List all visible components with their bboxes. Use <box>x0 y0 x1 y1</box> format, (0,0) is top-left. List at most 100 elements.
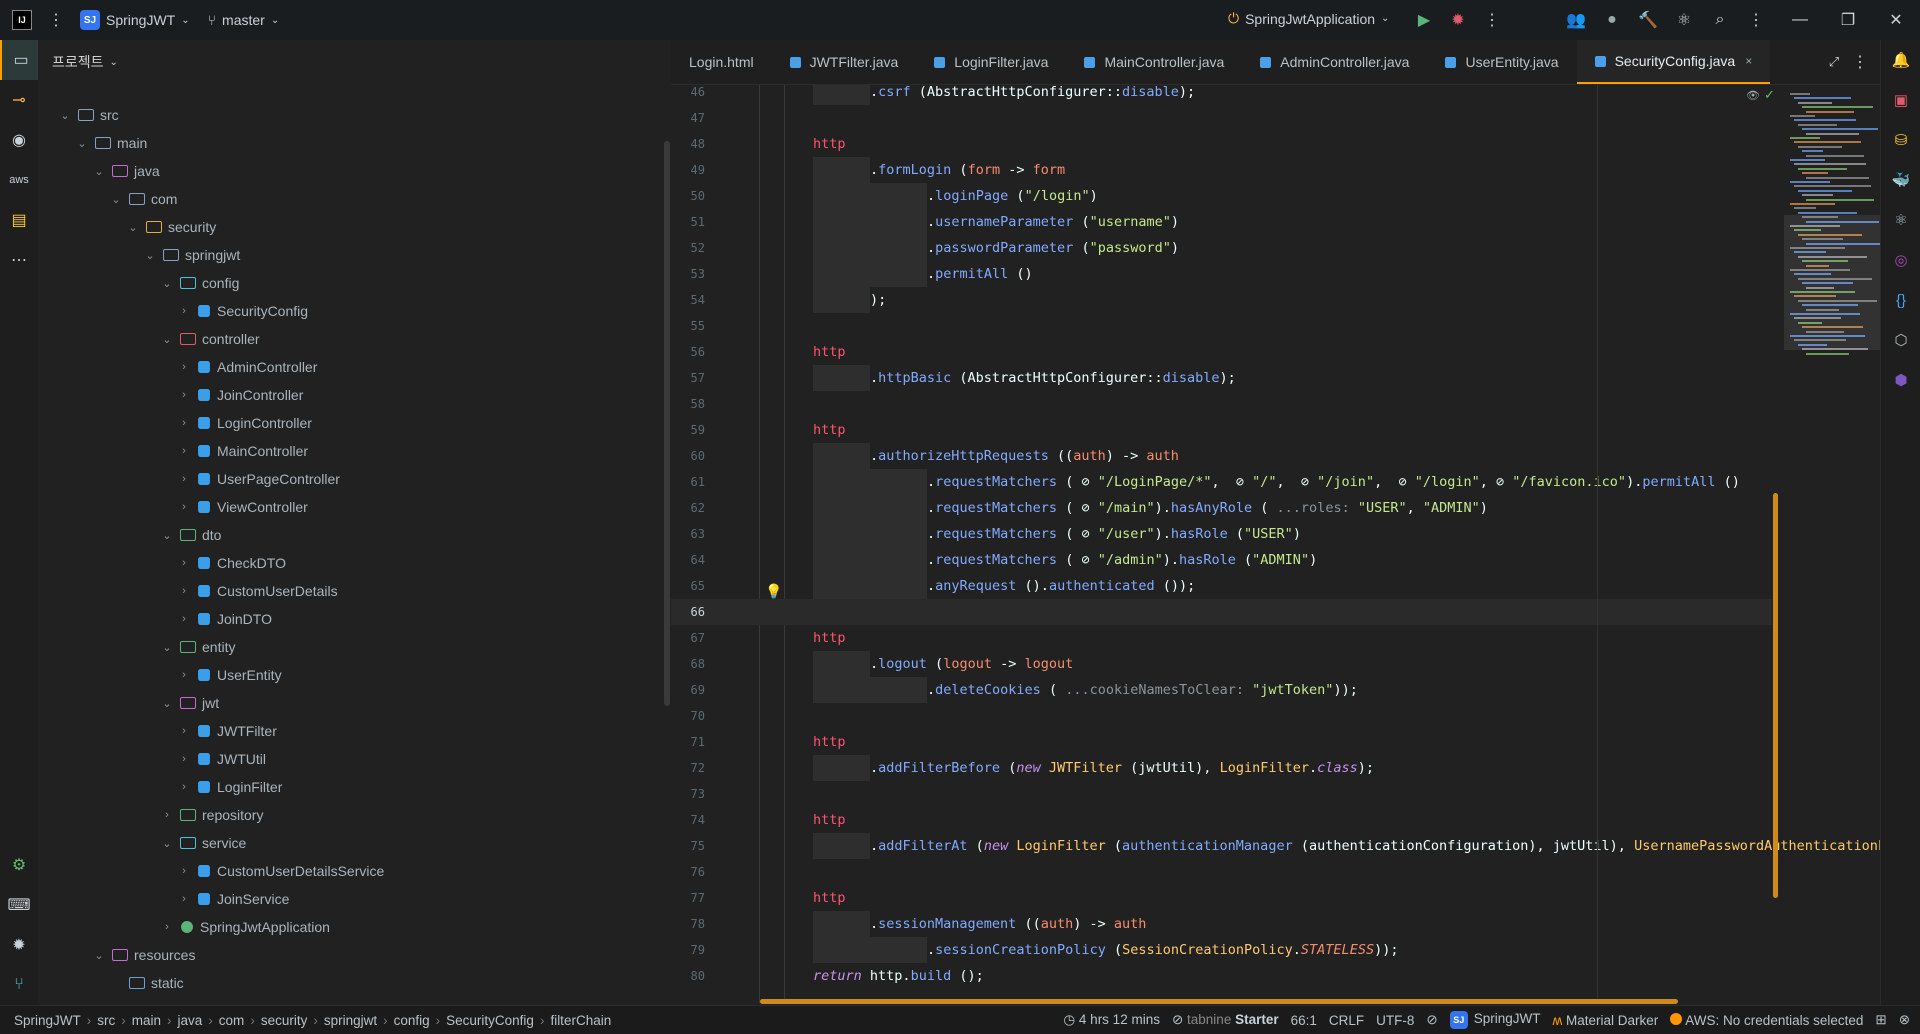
breadcrumb-item[interactable]: springjwt <box>324 1013 377 1028</box>
editor-horizontal-scrollbar[interactable] <box>760 999 1678 1004</box>
commit-tool-icon[interactable]: ⊸ <box>0 80 38 120</box>
ai-icon[interactable]: ⚛ <box>1881 200 1920 240</box>
run-config-selector[interactable]: ⏻ SpringJwtApplication ⌄ <box>1228 10 1389 27</box>
tree-item[interactable]: › ViewController <box>177 493 308 521</box>
editor-tab[interactable]: MainController.java <box>1066 40 1242 84</box>
chevron-right-icon[interactable]: › <box>177 305 191 317</box>
restore-icon[interactable]: ❐ <box>1834 6 1862 34</box>
intention-bulb-icon[interactable]: 💡 <box>765 583 782 600</box>
tree-item[interactable]: › LoginController <box>177 409 312 437</box>
aws-icon[interactable]: aws <box>0 160 38 200</box>
chevron-right-icon[interactable]: › <box>177 781 191 793</box>
build-tools-icon[interactable]: 🔨 <box>1634 6 1662 34</box>
close-icon[interactable]: ✕ <box>1882 6 1910 34</box>
record-icon[interactable]: ● <box>1598 6 1626 34</box>
tree-item[interactable]: ⌄ entity <box>160 633 235 661</box>
hexagon-icon[interactable]: ⬡ <box>1881 320 1920 360</box>
aws-status[interactable]: AWS: No credentials selected <box>1670 1012 1863 1028</box>
memory-indicator-icon[interactable]: ⊗ <box>1899 1012 1910 1028</box>
chevron-right-icon[interactable]: › <box>177 361 191 373</box>
theme-status[interactable]: ʍ Material Darker <box>1553 1013 1659 1028</box>
tree-item[interactable]: ⌄ resources <box>92 941 195 969</box>
chevron-down-icon[interactable]: ⌄ <box>109 193 123 206</box>
run-icon[interactable]: ▶ <box>1410 6 1438 34</box>
chevron-right-icon[interactable]: › <box>177 669 191 681</box>
chevron-right-icon[interactable]: › <box>177 417 191 429</box>
breadcrumb-item[interactable]: security <box>261 1013 308 1028</box>
chevron-down-icon[interactable]: ⌄ <box>92 165 106 178</box>
editor-tab[interactable]: Login.html <box>671 40 772 84</box>
more-tools-icon[interactable]: ⋯ <box>0 240 38 280</box>
breadcrumb-item[interactable]: config <box>394 1013 430 1028</box>
chevron-right-icon[interactable]: › <box>177 557 191 569</box>
chevron-right-icon[interactable]: › <box>177 893 191 905</box>
chevron-right-icon[interactable]: › <box>177 725 191 737</box>
tree-item[interactable]: › LoginFilter <box>177 773 282 801</box>
ai-assistant-icon[interactable]: ⚛ <box>1670 6 1698 34</box>
tree-item[interactable]: ⌄ springjwt <box>143 241 240 269</box>
file-encoding[interactable]: UTF-8 <box>1376 1013 1414 1028</box>
chevron-right-icon[interactable]: › <box>160 921 174 933</box>
read-only-toggle-icon[interactable]: ⊘ <box>1426 1012 1437 1028</box>
tree-item[interactable]: › JWTUtil <box>177 745 266 773</box>
chevron-right-icon[interactable]: › <box>177 753 191 765</box>
chevron-down-icon[interactable]: ⌄ <box>92 949 106 962</box>
tree-item[interactable]: ⌄ com <box>109 185 177 213</box>
tree-item[interactable]: › MainController <box>177 437 308 465</box>
tree-item[interactable]: ⌄ controller <box>160 325 259 353</box>
chevron-right-icon[interactable]: › <box>177 389 191 401</box>
tree-item[interactable]: › JoinService <box>177 885 289 913</box>
debug-icon[interactable]: ✹ <box>1444 6 1472 34</box>
intellij-logo-icon[interactable]: IJ <box>12 10 32 30</box>
line-separator[interactable]: CRLF <box>1329 1013 1364 1028</box>
chevron-down-icon[interactable]: ⌄ <box>160 277 174 290</box>
tree-item[interactable]: ⌄ security <box>126 213 216 241</box>
main-menu-icon[interactable]: ⋮ <box>42 6 70 34</box>
editor-tab[interactable]: JWTFilter.java <box>772 40 917 84</box>
minimap[interactable] <box>1784 85 1884 365</box>
chevron-down-icon[interactable]: ⌄ <box>143 249 157 262</box>
chevron-right-icon[interactable]: › <box>177 585 191 597</box>
tree-item[interactable]: › JoinController <box>177 381 303 409</box>
tree-item[interactable]: static <box>109 969 184 997</box>
terminal-icon[interactable]: ⌨ <box>0 885 38 925</box>
tree-item[interactable]: › UserEntity <box>177 661 281 689</box>
chevron-right-icon[interactable]: › <box>177 501 191 513</box>
nx-icon[interactable]: ◎ <box>1881 240 1920 280</box>
breadcrumb-item[interactable]: SecurityConfig <box>446 1013 534 1028</box>
tree-item[interactable]: ⌄ config <box>160 269 239 297</box>
tree-scrollbar[interactable] <box>664 141 670 706</box>
structure-tool-icon[interactable]: ▤ <box>0 200 38 240</box>
project-panel-header[interactable]: 프로젝트 ⌄ <box>38 40 670 84</box>
chevron-right-icon[interactable]: › <box>177 865 191 877</box>
tabnine-status[interactable]: ⊘ tabnine Starter <box>1172 1012 1279 1028</box>
tree-item[interactable]: › SecurityConfig <box>177 297 308 325</box>
tree-item[interactable]: › CheckDTO <box>177 549 286 577</box>
tree-item[interactable]: › repository <box>160 801 263 829</box>
github-icon[interactable]: ◉ <box>0 120 38 160</box>
chevron-right-icon[interactable]: › <box>177 445 191 457</box>
tree-item[interactable]: › CustomUserDetailsService <box>177 857 384 885</box>
breadcrumb-item[interactable]: SpringJWT <box>14 1013 81 1028</box>
tree-item[interactable]: ⌄ java <box>92 157 159 185</box>
search-icon[interactable]: ⌕ <box>1706 6 1734 34</box>
project-selector[interactable]: SJ SpringJWT ⌄ <box>80 10 190 30</box>
breadcrumb-item[interactable]: main <box>132 1013 161 1028</box>
problems-bug-icon[interactable]: ✹ <box>0 925 38 965</box>
chevron-right-icon[interactable]: › <box>177 473 191 485</box>
minimap-viewport[interactable] <box>1784 215 1880 350</box>
tree-item[interactable]: › JoinDTO <box>177 605 272 633</box>
tab-menu-icon[interactable]: ⋮ <box>1846 48 1874 76</box>
chevron-down-icon[interactable]: ⌄ <box>160 641 174 654</box>
editor-tab[interactable]: AdminController.java <box>1242 40 1427 84</box>
chevron-down-icon[interactable]: ⌄ <box>160 837 174 850</box>
time-tracker[interactable]: ◷ 4 hrs 12 mins <box>1063 1012 1160 1028</box>
tree-item[interactable]: ⌄ dto <box>160 521 221 549</box>
branch-selector[interactable]: ⑂ master ⌄ <box>208 12 280 28</box>
lock-icon[interactable]: ⊞ <box>1875 1012 1886 1028</box>
editor-tab[interactable]: SecurityConfig.java × <box>1576 40 1771 84</box>
tree-item[interactable]: ⌄ jwt <box>160 689 219 717</box>
breadcrumb-item[interactable]: src <box>97 1013 115 1028</box>
plugin-purple-icon[interactable]: ⬢ <box>1881 360 1920 400</box>
caret-position[interactable]: 66:1 <box>1291 1013 1317 1028</box>
